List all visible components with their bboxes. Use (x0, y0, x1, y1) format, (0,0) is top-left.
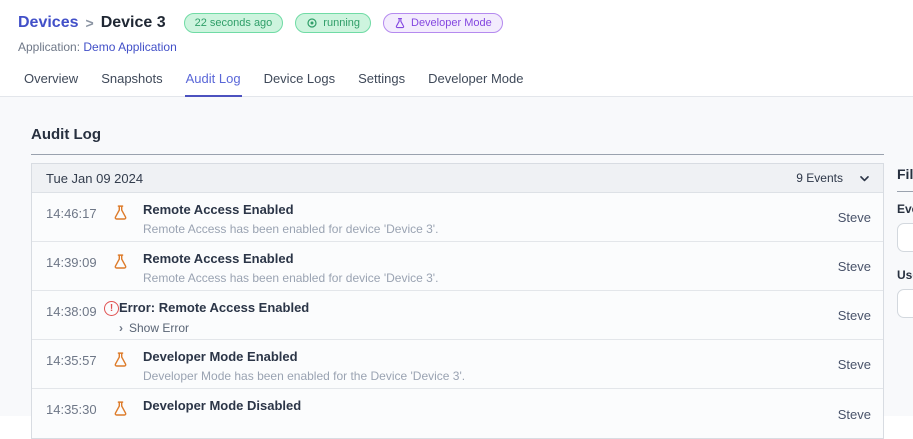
status-badge: Developer Mode (383, 13, 503, 33)
event-description: Remote Access has been enabled for devic… (143, 271, 439, 285)
status-badge: running (295, 13, 371, 33)
main-area: Audit Log Tue Jan 09 2024 9 Events 14:46… (0, 97, 913, 439)
filter-panel-title: Filter (897, 166, 913, 182)
audit-log-card: Tue Jan 09 2024 9 Events 14:46:17 Remote… (31, 163, 884, 439)
event-body: Remote Access Enabled Remote Access has … (143, 202, 438, 236)
error-icon: ! (104, 301, 119, 316)
flask-icon (112, 253, 129, 270)
event-user: Steve (837, 406, 871, 422)
event-user: Steve (837, 210, 871, 225)
audit-log-rows: 14:46:17 Remote Access Enabled Remote Ac… (32, 193, 883, 438)
flask-icon (112, 351, 129, 368)
event-description: Remote Access has been enabled for devic… (143, 222, 439, 236)
breadcrumb-devices-link[interactable]: Devices (18, 14, 79, 32)
event-title: Developer Mode Enabled (143, 349, 298, 364)
event-body: Error: Remote Access Enabled › Show Erro… (119, 300, 309, 335)
filter-divider (897, 191, 913, 192)
flask-icon (112, 204, 129, 221)
audit-log-row: 14:38:09 ! Error: Remote Access Enabled … (32, 291, 883, 340)
date-group-label: Tue Jan 09 2024 (46, 170, 144, 186)
tab-label: Developer Mode (428, 71, 524, 86)
user-input[interactable] (897, 289, 913, 318)
tab-label: Device Logs (263, 71, 336, 86)
status-badges: 22 seconds ago running Developer Mode (183, 13, 503, 33)
tab-snapshots[interactable]: Snapshots (100, 65, 163, 97)
badge-label: Developer Mode (411, 17, 492, 29)
status-dot-icon (307, 18, 317, 28)
event-user: Steve (837, 259, 871, 274)
user-label: User (897, 268, 913, 282)
page-header: Devices > Device 3 22 seconds ago runnin… (0, 0, 913, 54)
event-type-input[interactable] (897, 223, 913, 252)
chevron-right-icon: › (119, 321, 123, 335)
event-time: 14:38:09 (46, 304, 97, 319)
title-divider (31, 154, 884, 155)
event-title: Remote Access Enabled (143, 202, 294, 217)
event-time: 14:39:09 (46, 255, 97, 270)
tab-label: Audit Log (185, 71, 241, 86)
audit-log-row: 14:39:09 Remote Access Enabled Remote Ac… (32, 242, 883, 291)
event-time: 14:46:17 (46, 206, 97, 221)
event-body: Developer Mode Enabled Developer Mode ha… (143, 349, 465, 383)
tab-label: Snapshots (101, 71, 163, 86)
tab-overview[interactable]: Overview (23, 65, 79, 97)
flask-icon (112, 400, 129, 417)
event-user: Steve (837, 357, 871, 372)
tab-audit-log[interactable]: Audit Log (184, 65, 242, 97)
event-title: Remote Access Enabled (143, 251, 294, 266)
tab-settings[interactable]: Settings (357, 65, 406, 97)
filter-panel: Filter Event Type User (897, 97, 913, 318)
breadcrumb: Devices > Device 3 22 seconds ago runnin… (18, 13, 913, 33)
audit-log-row: 14:35:30 Developer Mode Disabled Steve (32, 389, 883, 438)
flask-icon (395, 17, 405, 29)
event-time: 14:35:57 (46, 353, 97, 368)
badge-label: 22 seconds ago (194, 17, 273, 29)
event-title: Error: Remote Access Enabled (119, 300, 310, 315)
event-type-label: Event Type (897, 202, 913, 216)
tab-developer-mode[interactable]: Developer Mode (427, 65, 524, 97)
audit-log-section: Audit Log Tue Jan 09 2024 9 Events 14:46… (31, 97, 884, 439)
events-count: 9 Events (796, 171, 843, 185)
chevron-down-icon[interactable] (858, 172, 871, 185)
application-line: Application: Demo Application (18, 40, 913, 54)
event-description: Developer Mode has been enabled for the … (143, 369, 466, 383)
tab-label: Overview (24, 71, 79, 86)
event-body: Remote Access Enabled Remote Access has … (143, 251, 438, 285)
date-group-header: Tue Jan 09 2024 9 Events (32, 164, 883, 193)
show-error-toggle[interactable]: › Show Error (119, 321, 309, 335)
event-user: Steve (837, 308, 871, 323)
breadcrumb-current-device: Device 3 (100, 14, 166, 31)
audit-log-row: 14:35:57 Developer Mode Enabled Develope… (32, 340, 883, 389)
tab-bar: Overview Snapshots Audit Log Device Logs Set… (0, 65, 913, 97)
breadcrumb-separator: > (85, 15, 94, 31)
badge-label: running (323, 17, 360, 29)
application-link[interactable]: Demo Application (83, 40, 176, 54)
event-time: 14:35:30 (46, 402, 97, 417)
audit-log-row: 14:46:17 Remote Access Enabled Remote Ac… (32, 193, 883, 242)
show-error-label: Show Error (129, 321, 190, 335)
application-label: Application: (18, 40, 81, 54)
status-badge: 22 seconds ago (183, 13, 284, 33)
tab-label: Settings (358, 71, 406, 86)
tab-device-logs[interactable]: Device Logs (263, 65, 337, 97)
page-title: Audit Log (31, 126, 101, 143)
